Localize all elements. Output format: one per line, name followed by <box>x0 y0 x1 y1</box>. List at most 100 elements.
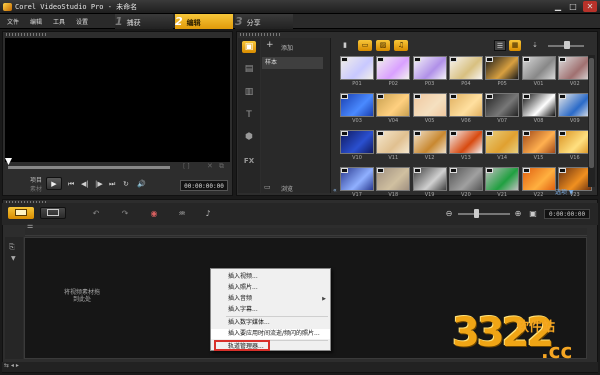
home-button[interactable]: ⏮ <box>68 180 74 189</box>
tab-share[interactable]: 3 分享 <box>235 14 293 29</box>
context-menu-item[interactable]: 插入音频 ▶ <box>211 294 330 304</box>
list-view-icon[interactable]: ☰ <box>494 40 506 51</box>
tab-capture[interactable]: 1 捕获 <box>115 14 173 29</box>
repeat-button[interactable]: ↻ <box>123 180 129 188</box>
media-thumbnail[interactable] <box>412 130 447 154</box>
media-icon[interactable]: ▣ <box>242 41 256 53</box>
context-menu-item[interactable]: 插入照片... <box>211 283 330 293</box>
scroll-controls[interactable]: ⇆ ◂ ▸ <box>4 362 19 369</box>
tab-edit[interactable]: 2 编辑 <box>175 14 233 29</box>
media-thumbnail[interactable] <box>340 167 374 191</box>
scrub-bar[interactable] <box>8 166 170 169</box>
media-thumbnail[interactable] <box>412 167 447 191</box>
chevron-down-icon[interactable]: ▼ <box>11 255 16 262</box>
clip-mode-label[interactable]: 素材 <box>30 184 42 193</box>
context-menu-item[interactable]: 插入视频... <box>211 272 330 282</box>
context-menu-item[interactable]: 插入数字媒体... <box>211 318 330 328</box>
redo-icon[interactable]: ↷ <box>119 208 131 219</box>
media-thumbnail[interactable] <box>340 93 374 117</box>
show-videos-icon[interactable]: ▭ <box>358 40 372 51</box>
menu-settings[interactable]: 设置 <box>76 17 88 26</box>
record-capture-icon[interactable]: ◉ <box>148 208 160 219</box>
scrollbar-thumb[interactable] <box>589 58 594 168</box>
library-options-link[interactable]: 选项 ▼ <box>555 187 574 196</box>
project-mode-label[interactable]: 项目 <box>30 175 42 184</box>
folder-icon[interactable]: ▮ <box>340 40 350 51</box>
media-thumbnail[interactable] <box>412 93 447 117</box>
media-thumbnail[interactable] <box>448 56 483 80</box>
volume-button[interactable]: 🔊 <box>137 180 146 188</box>
media-type-icon <box>449 94 457 99</box>
media-thumbnail[interactable] <box>485 93 520 117</box>
media-thumbnail[interactable] <box>485 167 520 191</box>
menu-file[interactable]: 文件 <box>7 17 19 26</box>
previous-frame-button[interactable]: ◀| <box>81 180 89 188</box>
media-thumbnail[interactable] <box>376 93 411 117</box>
sort-icon[interactable]: ⇣ <box>529 40 541 51</box>
context-menu-item[interactable]: 插入要应用时间流逝/频闪的照片... <box>211 329 330 339</box>
collapse-folder-panel-button[interactable]: « <box>333 187 337 194</box>
media-thumbnail[interactable] <box>485 130 520 154</box>
minimize-button[interactable]: ▁ <box>551 1 565 12</box>
media-thumbnail[interactable] <box>557 130 592 154</box>
thumbnail-view-icon[interactable]: ▦ <box>509 40 521 51</box>
media-thumbnail[interactable] <box>521 130 556 154</box>
transition-icon[interactable]: ▥ <box>242 86 256 98</box>
undo-icon[interactable]: ↶ <box>90 208 102 219</box>
media-thumbnail[interactable] <box>340 130 374 154</box>
filter-icon[interactable]: FX <box>242 155 256 167</box>
show-audio-icon[interactable]: ♫ <box>394 40 408 51</box>
media-thumbnail[interactable] <box>448 93 483 117</box>
media-thumbnail[interactable] <box>376 167 411 191</box>
title-icon[interactable]: T <box>242 109 256 121</box>
timeline-scroll-bar[interactable] <box>2 362 598 372</box>
thumbnail-label: P04 <box>461 81 471 87</box>
close-button[interactable]: ✕ <box>583 1 597 12</box>
media-thumbnail[interactable] <box>557 93 592 117</box>
timeline-timecode[interactable]: 0:00:00:00 <box>544 209 590 219</box>
split-clip-icon[interactable]: ✕ <box>207 162 213 170</box>
browse-icon[interactable]: ▭ <box>264 183 271 191</box>
media-thumbnail[interactable] <box>485 56 520 80</box>
menu-tools[interactable]: 工具 <box>53 17 65 26</box>
folder-item-sample[interactable]: 样本 <box>262 57 323 69</box>
media-thumbnail[interactable] <box>521 93 556 117</box>
media-thumbnail[interactable] <box>448 130 483 154</box>
media-thumbnail[interactable] <box>557 56 592 80</box>
zoom-slider-handle[interactable] <box>474 209 479 218</box>
panel-grip[interactable] <box>6 33 46 36</box>
show-photos-icon[interactable]: ▨ <box>376 40 390 51</box>
menu-edit[interactable]: 编辑 <box>30 17 42 26</box>
trim-markers[interactable]: [ ] <box>183 163 190 170</box>
slider-handle[interactable] <box>564 41 570 49</box>
enlarge-preview-icon[interactable]: ⧉ <box>219 162 224 171</box>
zoom-in-icon[interactable]: ⊕ <box>513 208 523 219</box>
add-folder-label[interactable]: 添加 <box>281 43 293 52</box>
timeline-ruler[interactable] <box>25 228 587 236</box>
next-frame-button[interactable]: |▶ <box>95 180 103 188</box>
play-button[interactable]: ▶ <box>46 177 62 190</box>
media-thumbnail[interactable] <box>376 130 411 154</box>
track-manager-icon[interactable]: ⎘ <box>9 243 15 252</box>
media-thumbnail[interactable] <box>376 56 411 80</box>
media-thumbnail[interactable] <box>521 167 556 191</box>
fit-project-icon[interactable]: ▣ <box>528 208 538 219</box>
zoom-slider[interactable] <box>458 213 510 215</box>
preview-timecode[interactable]: 00:00:00:00 <box>180 180 228 191</box>
browse-button[interactable]: 浏览 <box>281 184 293 193</box>
end-button[interactable]: ⏭ <box>109 180 115 189</box>
zoom-out-icon[interactable]: ⊖ <box>444 208 454 219</box>
graphic-icon[interactable]: ⬢ <box>242 131 256 143</box>
context-menu-item[interactable]: 插入字幕... <box>211 305 330 315</box>
instant-project-icon[interactable]: ▤ <box>242 63 256 75</box>
media-thumbnail[interactable] <box>521 56 556 80</box>
auto-music-icon[interactable]: ♪ <box>202 208 214 219</box>
panel-grip[interactable] <box>240 33 280 36</box>
media-thumbnail[interactable] <box>448 167 483 191</box>
media-type-icon <box>413 57 421 62</box>
audio-mixer-icon[interactable]: ♒ <box>176 208 188 219</box>
maximize-button[interactable]: □ <box>566 1 580 12</box>
add-icon[interactable]: + <box>266 40 274 50</box>
media-thumbnail[interactable] <box>412 56 447 80</box>
media-thumbnail[interactable] <box>340 56 374 80</box>
